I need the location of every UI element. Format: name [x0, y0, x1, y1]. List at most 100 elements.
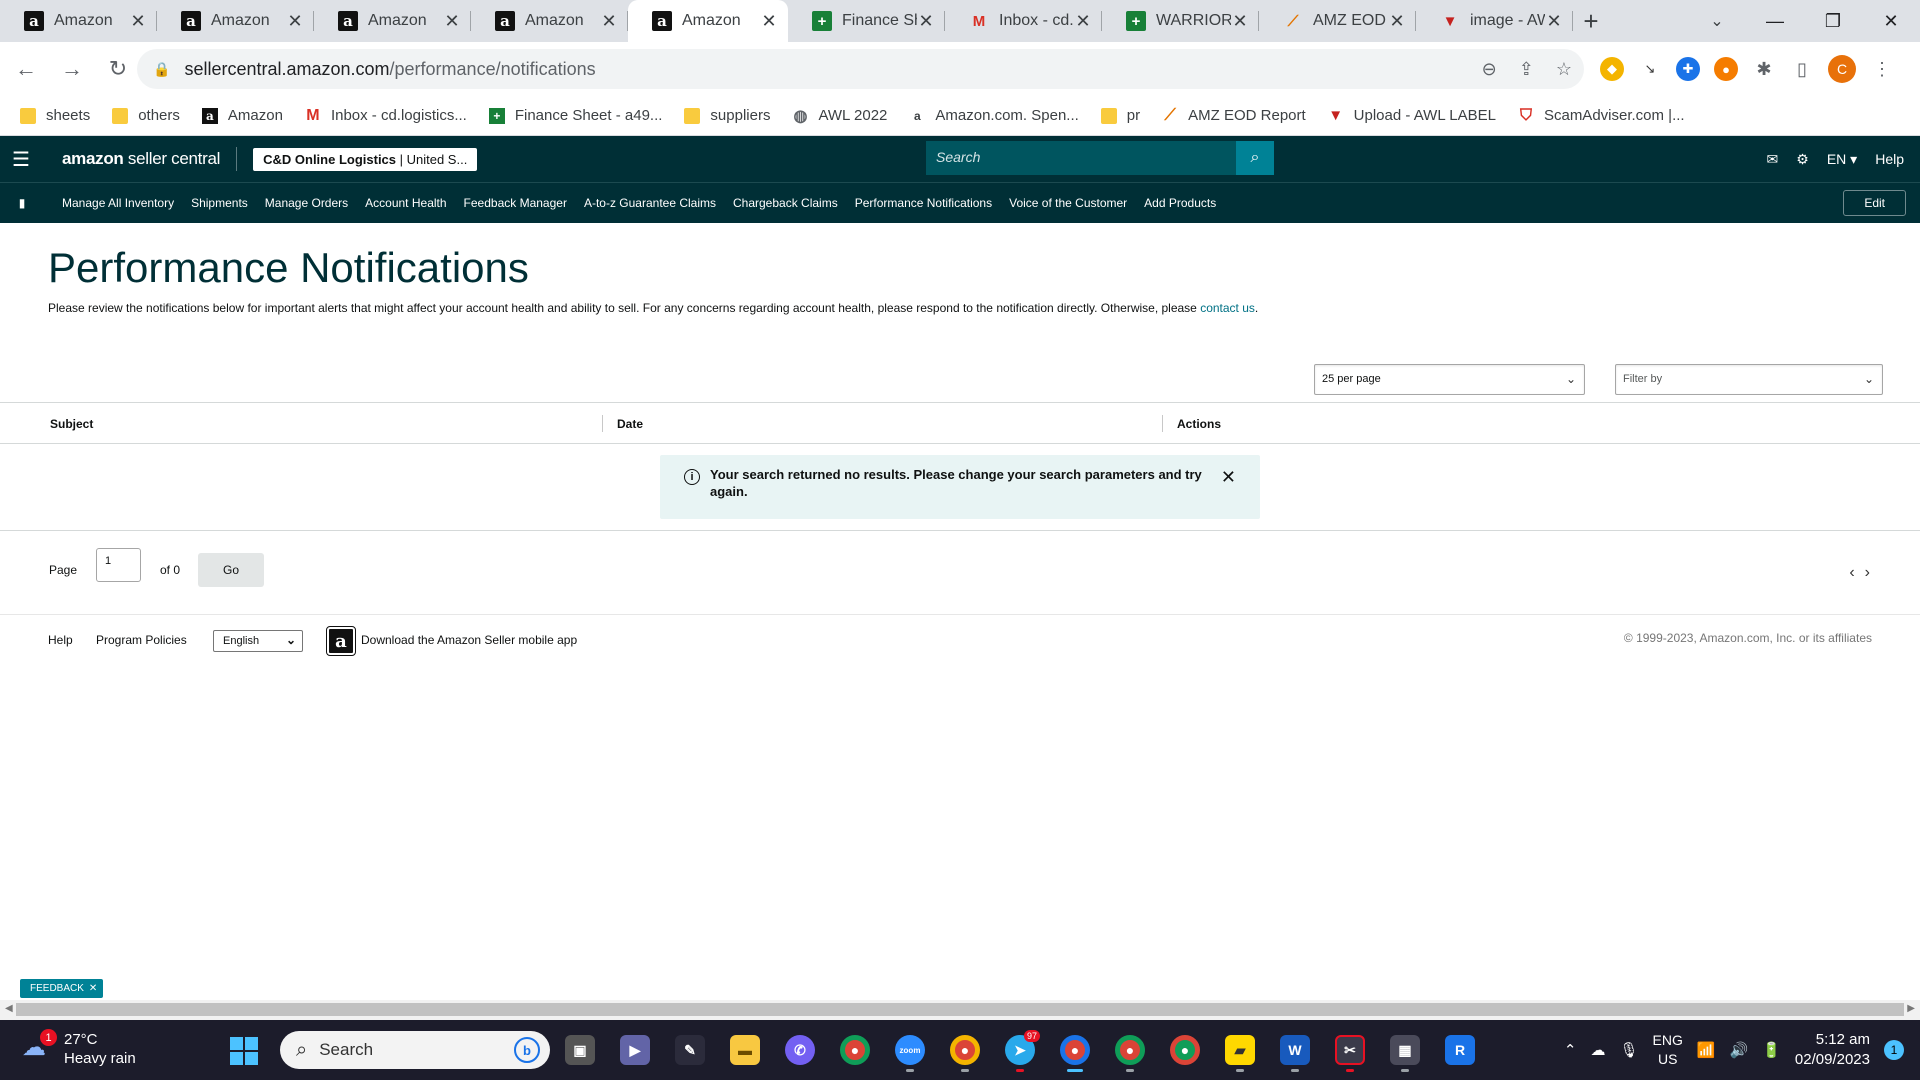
- tab-close-icon[interactable]: ✕: [443, 11, 461, 32]
- bookmark-star-icon[interactable]: ☆: [1556, 59, 1572, 80]
- browser-tab[interactable]: a Amazon ✕: [314, 0, 471, 42]
- clock[interactable]: 5:12 am 02/09/2023: [1795, 1030, 1870, 1070]
- chevron-up-icon[interactable]: ⌃: [1564, 1041, 1577, 1059]
- nav-item-manage-orders[interactable]: Manage Orders: [265, 196, 348, 210]
- volume-icon[interactable]: 🔊: [1730, 1041, 1749, 1059]
- browser-tab[interactable]: ▼ image - AW ✕: [1416, 0, 1573, 42]
- browser-tab[interactable]: a Amazon ✕: [157, 0, 314, 42]
- account-switcher[interactable]: C&D Online Logistics | United S...: [253, 147, 478, 171]
- viber-icon[interactable]: ✆: [780, 1026, 820, 1074]
- teams-icon[interactable]: ▶: [615, 1026, 655, 1074]
- seller-central-logo[interactable]: amazon seller central: [62, 149, 220, 169]
- bookmark-item[interactable]: ▼ Upload - AWL LABEL: [1328, 107, 1496, 124]
- browser-tab[interactable]: a Amazon ✕: [628, 0, 788, 42]
- bookmark-item[interactable]: + Finance Sheet - a49...: [488, 107, 662, 124]
- chrome-green-icon[interactable]: ●: [1165, 1026, 1205, 1074]
- bookmark-item[interactable]: M Inbox - cd.logistics...: [305, 107, 467, 125]
- file-explorer-icon[interactable]: ▬: [725, 1026, 765, 1074]
- restore-icon[interactable]: ❐: [1804, 0, 1862, 42]
- chrome-profile-icon[interactable]: ●: [945, 1026, 985, 1074]
- reload-icon[interactable]: ↻: [98, 49, 138, 89]
- search-icon[interactable]: ⌕: [1236, 141, 1274, 175]
- wifi-icon[interactable]: 📶: [1697, 1041, 1716, 1059]
- browser-tab[interactable]: M Inbox - cd.l ✕: [945, 0, 1102, 42]
- edit-nav-button[interactable]: Edit: [1843, 190, 1906, 216]
- column-subject[interactable]: Subject: [50, 417, 93, 431]
- browser-tab[interactable]: a Amazon ✕: [0, 0, 157, 42]
- word-icon[interactable]: W: [1275, 1026, 1315, 1074]
- footer-language-select[interactable]: English ⌄: [213, 630, 303, 652]
- program-policies-link[interactable]: Program Policies: [96, 633, 187, 647]
- zoom-icon[interactable]: ⊖: [1482, 59, 1497, 80]
- browser-tab[interactable]: ⟋ AMZ EOD R✕: [1259, 0, 1416, 42]
- chrome-active-icon[interactable]: ●: [1055, 1026, 1095, 1074]
- extension-orange-icon[interactable]: ●: [1714, 57, 1738, 81]
- tab-close-icon[interactable]: ✕: [1545, 11, 1563, 32]
- extension-honey-icon[interactable]: ◆: [1600, 57, 1624, 81]
- gear-icon[interactable]: ⚙: [1796, 151, 1809, 168]
- minimize-icon[interactable]: —: [1746, 0, 1804, 42]
- nav-item-voice-of-the-customer[interactable]: Voice of the Customer: [1009, 196, 1127, 210]
- sticky-notes-icon[interactable]: ▰: [1220, 1026, 1260, 1074]
- bookmark-item[interactable]: ⛉ ScamAdviser.com |...: [1518, 107, 1685, 125]
- feedback-button[interactable]: FEEDBACK ✕: [20, 979, 104, 998]
- chevron-left-icon[interactable]: ‹: [1849, 564, 1864, 581]
- help-link[interactable]: Help: [1875, 151, 1904, 167]
- url-text[interactable]: sellercentral.amazon.com/performance/not…: [184, 59, 595, 80]
- new-tab-button[interactable]: +: [1573, 0, 1609, 42]
- horizontal-scrollbar[interactable]: ◀ ▶: [0, 1000, 1920, 1020]
- bookmark-item[interactable]: a Amazon.com. Spen...: [909, 107, 1079, 124]
- snipping-tool-icon[interactable]: ✂: [1330, 1026, 1370, 1074]
- scroll-right-icon[interactable]: ▶: [1907, 1003, 1915, 1014]
- chrome-m-icon[interactable]: ●: [1110, 1026, 1150, 1074]
- taskbar-search[interactable]: ⌕ Search b: [280, 1031, 550, 1069]
- share-icon[interactable]: ⇪: [1519, 59, 1534, 80]
- close-icon[interactable]: ✕: [1221, 468, 1236, 519]
- scrollbar-thumb[interactable]: [16, 1003, 1904, 1016]
- onedrive-icon[interactable]: ☁: [1590, 1041, 1605, 1059]
- address-bar[interactable]: 🔒 sellercentral.amazon.com/performance/n…: [137, 49, 1584, 89]
- nav-item-add-products[interactable]: Add Products: [1144, 196, 1216, 210]
- footer-help-link[interactable]: Help: [48, 633, 73, 647]
- close-window-icon[interactable]: ✕: [1862, 0, 1920, 42]
- pen-tool-icon[interactable]: ✎: [670, 1026, 710, 1074]
- language-selector[interactable]: EN ▾: [1827, 151, 1857, 168]
- r-app-icon[interactable]: R: [1440, 1026, 1480, 1074]
- amazon-app-icon[interactable]: a: [326, 626, 356, 656]
- nav-item-performance-notifications[interactable]: Performance Notifications: [855, 196, 992, 210]
- windows-start-icon[interactable]: [230, 1037, 258, 1065]
- telegram-icon[interactable]: ➤ 97: [1000, 1026, 1040, 1074]
- nav-item-account-health[interactable]: Account Health: [365, 196, 446, 210]
- hamburger-menu-icon[interactable]: ☰: [0, 136, 42, 182]
- page-number-input[interactable]: 1: [96, 548, 141, 582]
- bookmark-icon[interactable]: ▮: [0, 196, 44, 210]
- mail-icon[interactable]: ✉: [1767, 151, 1779, 168]
- browser-tab[interactable]: + Finance She✕: [788, 0, 945, 42]
- task-view-icon[interactable]: ▣: [560, 1026, 600, 1074]
- column-date[interactable]: Date: [617, 417, 643, 431]
- extension-cursor-icon[interactable]: ↘: [1638, 57, 1662, 81]
- extensions-puzzle-icon[interactable]: ✱: [1752, 57, 1776, 81]
- lock-icon[interactable]: 🔒: [153, 61, 170, 78]
- microphone-icon[interactable]: 🎙: [1619, 1041, 1638, 1059]
- battery-icon[interactable]: 🔋: [1762, 1041, 1781, 1059]
- bookmark-item[interactable]: suppliers: [684, 107, 770, 124]
- bookmark-item[interactable]: others: [112, 107, 180, 124]
- chevron-right-icon[interactable]: ›: [1865, 564, 1880, 581]
- scroll-left-icon[interactable]: ◀: [5, 1003, 13, 1014]
- bookmark-item[interactable]: pr: [1100, 107, 1140, 124]
- close-icon[interactable]: ✕: [89, 983, 97, 994]
- nav-item-chargeback-claims[interactable]: Chargeback Claims: [733, 196, 838, 210]
- contact-us-link[interactable]: contact us: [1200, 301, 1255, 315]
- tab-close-icon[interactable]: ✕: [917, 11, 935, 32]
- zoom-icon[interactable]: zoom: [890, 1026, 930, 1074]
- tab-search-icon[interactable]: ⌄: [1682, 0, 1752, 42]
- nav-item-shipments[interactable]: Shipments: [191, 196, 248, 210]
- bookmark-item[interactable]: a Amazon: [201, 107, 283, 124]
- weather-widget[interactable]: ☁ 1 27°C Heavy rain: [22, 1029, 136, 1068]
- input-language[interactable]: ENG US: [1653, 1031, 1683, 1069]
- bookmark-item[interactable]: ⟋ AMZ EOD Report: [1162, 107, 1306, 125]
- profile-avatar[interactable]: C: [1828, 55, 1856, 83]
- forward-icon[interactable]: →: [52, 49, 92, 89]
- search-input[interactable]: Search: [926, 141, 1236, 175]
